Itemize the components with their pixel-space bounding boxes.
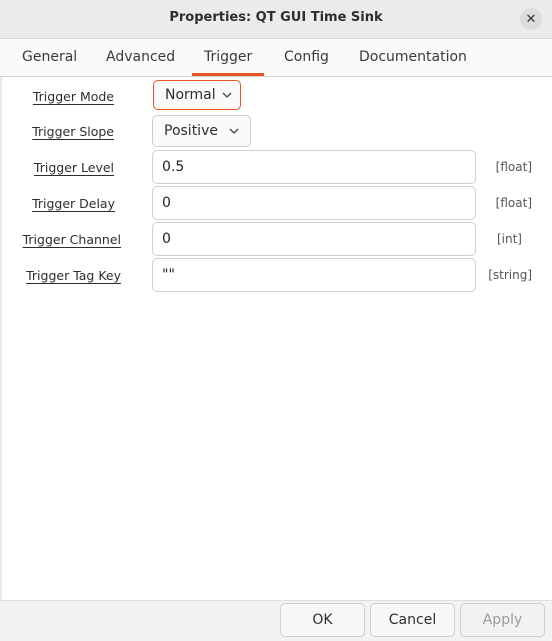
trigger-delay-type: [float] <box>495 196 532 210</box>
titlebar: Properties: QT GUI Time Sink ✕ <box>0 0 552 39</box>
tab-trigger[interactable]: Trigger <box>204 49 252 65</box>
row-trigger-level: Trigger Level 0.5 [float] <box>0 150 552 184</box>
row-trigger-mode: Trigger Mode Normal <box>0 79 552 113</box>
trigger-channel-input[interactable]: 0 <box>152 222 476 256</box>
close-icon: ✕ <box>525 11 537 27</box>
trigger-slope-value: Positive <box>164 123 218 139</box>
tab-advanced[interactable]: Advanced <box>106 49 175 65</box>
trigger-tag-key-label: Trigger Tag Key <box>26 267 121 283</box>
close-button[interactable]: ✕ <box>520 8 542 30</box>
cancel-button[interactable]: Cancel <box>370 603 455 637</box>
trigger-level-type: [float] <box>495 160 532 174</box>
trigger-channel-label: Trigger Channel <box>22 231 121 247</box>
tab-general[interactable]: General <box>22 49 77 65</box>
active-tab-indicator <box>192 73 264 76</box>
trigger-mode-dropdown[interactable]: Normal <box>153 80 241 110</box>
tab-config[interactable]: Config <box>284 49 329 65</box>
window-title: Properties: QT GUI Time Sink <box>169 10 383 25</box>
apply-button[interactable]: Apply <box>460 603 545 637</box>
trigger-slope-dropdown[interactable]: Positive <box>152 115 251 147</box>
row-trigger-slope: Trigger Slope Positive <box>0 114 552 148</box>
chevron-down-icon <box>229 125 239 138</box>
trigger-level-label: Trigger Level <box>33 159 114 175</box>
trigger-tag-key-input[interactable]: "" <box>152 258 476 292</box>
chevron-down-icon <box>222 89 232 102</box>
trigger-channel-type: [int] <box>496 232 522 246</box>
trigger-tag-key-type: [string] <box>488 268 532 282</box>
trigger-mode-value: Normal <box>165 87 216 103</box>
trigger-delay-input[interactable]: 0 <box>152 186 476 220</box>
ok-button[interactable]: OK <box>280 603 365 637</box>
dialog-footer: OK Cancel Apply <box>0 600 552 641</box>
row-trigger-delay: Trigger Delay 0 [float] <box>0 186 552 220</box>
trigger-level-input[interactable]: 0.5 <box>152 150 476 184</box>
trigger-slope-label: Trigger Slope <box>32 123 114 139</box>
tab-documentation[interactable]: Documentation <box>359 49 467 65</box>
trigger-mode-label: Trigger Mode <box>32 88 114 104</box>
row-trigger-channel: Trigger Channel 0 [int] <box>0 222 552 256</box>
row-trigger-tag-key: Trigger Tag Key "" [string] <box>0 258 552 292</box>
tab-bar: General Advanced Trigger Config Document… <box>0 39 552 77</box>
trigger-delay-label: Trigger Delay <box>32 195 115 211</box>
